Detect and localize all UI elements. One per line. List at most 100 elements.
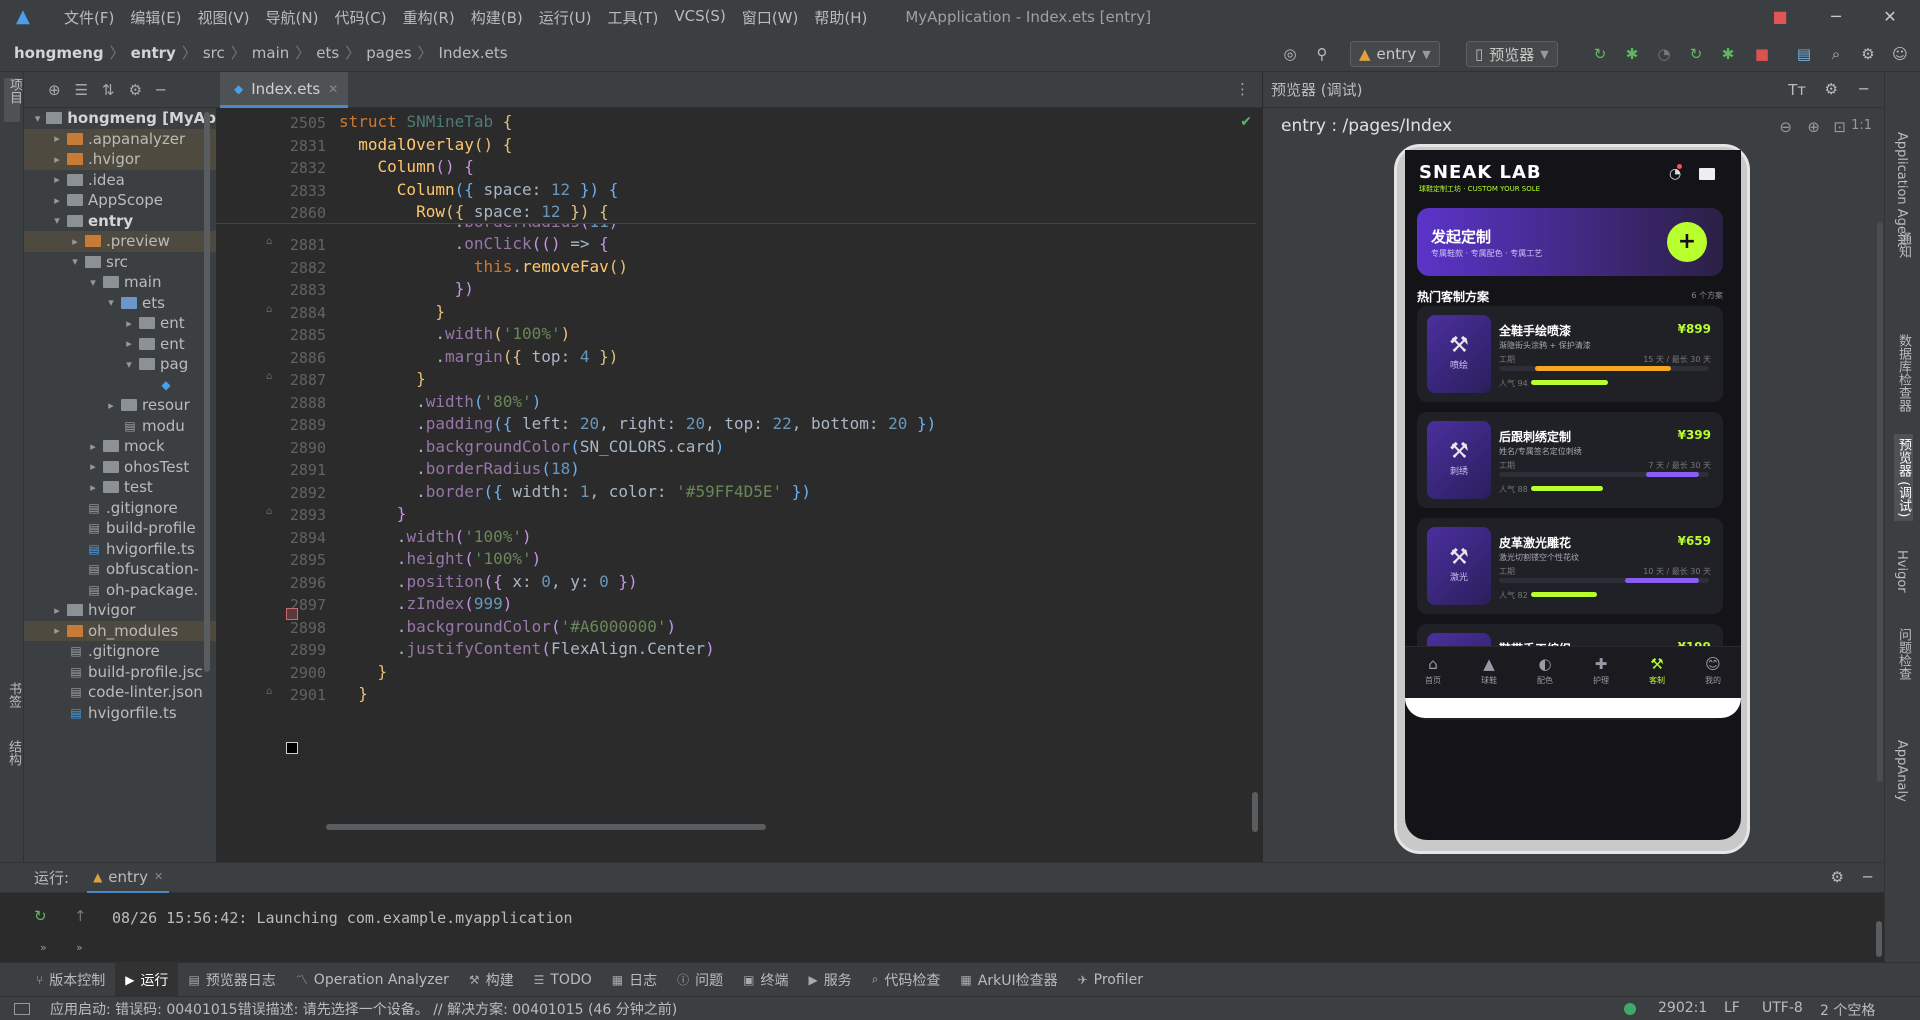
chevron-right-icon[interactable]: ▸: [122, 317, 136, 330]
chevron-down-icon[interactable]: ▾: [86, 276, 100, 289]
fold-marker-icon[interactable]: ⌂: [266, 686, 272, 697]
tree-item[interactable]: ▾ hongmeng [MyAp: [24, 108, 216, 129]
breadcrumb-item[interactable]: src: [203, 44, 225, 62]
tree-item[interactable]: ▾ src: [24, 252, 216, 273]
tree-item[interactable]: ▤ code-linter.json: [24, 682, 216, 703]
expand-icon[interactable]: »: [40, 941, 47, 954]
tree-item[interactable]: ▸ ohosTest: [24, 457, 216, 478]
menu-item[interactable]: VCS(S): [666, 7, 733, 28]
fit-screen-icon[interactable]: ⊡: [1833, 118, 1846, 136]
chevron-right-icon[interactable]: ▸: [50, 624, 64, 637]
attach-debugger-icon[interactable]: ◔: [1654, 44, 1674, 64]
hide-icon[interactable]: ─: [1859, 80, 1868, 98]
tree-item[interactable]: ▸ hvigor: [24, 600, 216, 621]
menu-item[interactable]: 导航(N): [258, 7, 327, 28]
stop-icon[interactable]: ■: [1752, 44, 1772, 64]
app-tab[interactable]: ⌂ 首页: [1405, 647, 1461, 698]
chevron-down-icon[interactable]: ▾: [68, 255, 82, 268]
expand-all-icon[interactable]: ☰: [75, 81, 88, 99]
tree-item[interactable]: ▤ oh-package.: [24, 580, 216, 601]
tree-item[interactable]: ▤ obfuscation-: [24, 559, 216, 580]
tree-item[interactable]: ▸ oh_modules: [24, 620, 216, 641]
chevron-right-icon[interactable]: ▸: [68, 235, 82, 248]
breadcrumb-item[interactable]: ets: [316, 44, 339, 62]
debug-icon[interactable]: ✱: [1622, 44, 1642, 64]
run-tab-entry[interactable]: ▲ entry ✕: [87, 863, 170, 893]
hide-panel-icon[interactable]: ─: [156, 81, 165, 99]
tool-window-button[interactable]: ▣ 终端: [733, 963, 798, 997]
target-icon[interactable]: ◎: [1280, 44, 1300, 64]
tool-window-button[interactable]: ▤ 预览器日志: [178, 963, 285, 997]
indent-setting[interactable]: 2 个空格: [1820, 1000, 1875, 1020]
run-config-select[interactable]: ▲ entry ▼: [1350, 41, 1440, 67]
tool-window-button[interactable]: ▦ 日志: [602, 963, 667, 997]
app-tab[interactable]: ◐ 配色: [1517, 647, 1573, 698]
add-icon[interactable]: +: [1667, 222, 1707, 262]
locate-icon[interactable]: ⊕: [48, 81, 61, 99]
tool-window-button[interactable]: ☰ TODO: [524, 963, 602, 997]
right-tool-button[interactable]: Application Agent: [1894, 132, 1909, 247]
breadcrumb-item[interactable]: main: [252, 44, 289, 62]
preview-scrollbar[interactable]: [1877, 222, 1883, 782]
caret-position[interactable]: 2902:1: [1658, 1000, 1707, 1016]
editor-h-scrollbar[interactable]: [326, 824, 766, 830]
plan-card[interactable]: ⚒ 喷绘 全鞋手绘喷漆 ¥899 渐隐街头涂鸦 + 保护清漆 工期 15 天 / 最长 30…: [1417, 306, 1723, 402]
settings-icon[interactable]: ⚙: [1825, 80, 1838, 98]
fold-marker-icon[interactable]: ⌂: [266, 506, 272, 517]
breadcrumb-item[interactable]: pages: [366, 44, 411, 62]
menu-item[interactable]: 文件(F): [56, 7, 122, 28]
text-size-icon[interactable]: Tт: [1788, 81, 1806, 99]
tool-window-button[interactable]: ⌕ 代码检查: [862, 963, 951, 997]
tree-item[interactable]: ▾ main: [24, 272, 216, 293]
fold-marker-icon[interactable]: ⌂: [266, 304, 272, 315]
menu-item[interactable]: 视图(V): [190, 7, 258, 28]
rerun-icon[interactable]: ↻: [34, 907, 47, 925]
scroll-up-icon[interactable]: ↑: [74, 907, 87, 925]
tool-window-button[interactable]: ⑂ 版本控制: [26, 963, 115, 997]
tree-item[interactable]: ▸ test: [24, 477, 216, 498]
tree-item[interactable]: ◆: [24, 375, 216, 396]
chevron-right-icon[interactable]: ▸: [104, 399, 118, 412]
expand-icon[interactable]: »: [76, 941, 83, 954]
rerun-icon[interactable]: ↻: [1590, 44, 1610, 64]
run-log-scrollbar[interactable]: [1876, 921, 1882, 957]
menu-item[interactable]: 代码(C): [326, 7, 394, 28]
tool-window-button[interactable]: 〽 Operation Analyzer: [286, 963, 459, 997]
tool-window-button[interactable]: ▶ 服务: [798, 963, 861, 997]
tree-item[interactable]: ▤ build-profile.jsc: [24, 662, 216, 683]
right-tool-button[interactable]: 数据库检查器: [1894, 334, 1913, 412]
tree-item[interactable]: ▾ entry: [24, 211, 216, 232]
settings-icon[interactable]: ⚙: [1831, 868, 1844, 886]
chevron-right-icon[interactable]: ▸: [50, 173, 64, 186]
chevron-right-icon[interactable]: ▸: [50, 153, 64, 166]
fold-marker-icon[interactable]: ⌂: [266, 236, 272, 247]
tool-window-button[interactable]: ▦ ArkUI检查器: [950, 963, 1067, 997]
menu-item[interactable]: 工具(T): [599, 7, 666, 28]
zoom-in-icon[interactable]: ⊕: [1807, 118, 1820, 136]
apply-changes-icon[interactable]: ↻: [1686, 44, 1706, 64]
tree-item[interactable]: ▤ .gitignore: [24, 641, 216, 662]
chevron-down-icon[interactable]: ▾: [104, 296, 118, 309]
tree-item[interactable]: ▸ .preview: [24, 231, 216, 252]
chevron-right-icon[interactable]: ▸: [86, 460, 100, 473]
tool-window-button[interactable]: ⓘ 问题: [667, 963, 733, 997]
right-tool-button[interactable]: AppAnaly: [1894, 740, 1909, 802]
tree-item[interactable]: ▤ modu: [24, 416, 216, 437]
menu-item[interactable]: 帮助(H): [806, 7, 875, 28]
close-icon[interactable]: ✕: [328, 82, 338, 96]
record-icon[interactable]: ■: [1752, 0, 1808, 34]
line-separator[interactable]: LF: [1724, 1000, 1740, 1016]
fold-marker-icon[interactable]: ⌂: [266, 371, 272, 382]
minimize-icon[interactable]: ─: [1808, 0, 1864, 34]
status-message[interactable]: 应用启动: 错误码: 00401015错误描述: 请先选择一个设备。 // 解决…: [40, 999, 677, 1019]
right-tool-button[interactable]: 通知: [1894, 232, 1913, 258]
chevron-down-icon[interactable]: ▾: [122, 358, 136, 371]
bug-filter-icon[interactable]: ⚲: [1312, 44, 1332, 64]
search-icon[interactable]: ⌕: [1826, 44, 1846, 64]
tree-item[interactable]: ▤ .gitignore: [24, 498, 216, 519]
account-icon[interactable]: ☺: [1890, 44, 1910, 64]
tool-window-button[interactable]: ⚒ 构建: [459, 963, 524, 997]
chevron-right-icon[interactable]: ▸: [122, 337, 136, 350]
zoom-out-icon[interactable]: ⊖: [1779, 118, 1792, 136]
chevron-right-icon[interactable]: ▸: [50, 132, 64, 145]
